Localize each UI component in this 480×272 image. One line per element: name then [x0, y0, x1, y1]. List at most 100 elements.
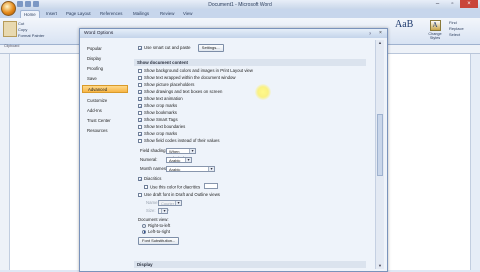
format-painter-button[interactable]: Format Painter: [18, 33, 44, 38]
diacritics-color-row[interactable]: Use this color for diacritics: [144, 183, 219, 190]
editing-group: Find Replace Select: [449, 20, 464, 38]
draft-size-select[interactable]: 10▼: [158, 208, 168, 214]
smart-cut-paste-checkbox[interactable]: ✓: [138, 45, 142, 51]
document-page[interactable]: [10, 54, 80, 270]
show-option-row[interactable]: ✓ Show crop marks: [138, 131, 177, 137]
field-shading-label: Field shading:: [140, 148, 167, 153]
scroll-down-icon[interactable]: ▼: [376, 263, 384, 269]
diacritics-checkbox[interactable]: ✓: [138, 176, 142, 182]
nav-display[interactable]: Display: [82, 55, 128, 63]
show-option-row[interactable]: ✓ Show crop marks: [138, 103, 177, 109]
show-option-checkbox[interactable]: ✓: [138, 131, 142, 137]
change-styles-button[interactable]: A Change Styles: [426, 20, 444, 40]
diacritics-color-checkbox[interactable]: [144, 185, 148, 189]
chevron-down-icon: ▼: [189, 149, 195, 153]
ltr-radio-row[interactable]: Left-to-right: [142, 229, 170, 235]
tab-insert[interactable]: Insert: [46, 11, 57, 16]
smart-cut-paste-row[interactable]: ✓ Use smart cut and paste Settings...: [138, 44, 224, 52]
paste-button[interactable]: [3, 21, 17, 37]
left-to-right-label: Left-to-right: [148, 229, 170, 234]
nav-add-ins[interactable]: Add-Ins: [82, 107, 128, 115]
show-option-checkbox[interactable]: [138, 82, 142, 87]
minimize-button[interactable]: –: [430, 0, 445, 8]
word-options-dialog: Word Options ? × Popular Display Proofin…: [79, 28, 388, 272]
close-button[interactable]: ×: [460, 0, 478, 8]
field-shading-select[interactable]: When selected▼: [166, 148, 196, 160]
show-option-row[interactable]: Show field codes instead of their values: [138, 138, 219, 144]
settings-button[interactable]: Settings...: [197, 44, 224, 52]
nav-trust-center[interactable]: Trust Center: [82, 117, 128, 125]
nav-popular[interactable]: Popular: [82, 45, 128, 53]
scroll-up-icon[interactable]: ▲: [376, 40, 384, 46]
draft-name-select[interactable]: Courier New▼: [158, 200, 182, 212]
show-option-row[interactable]: ✓ Show text animation: [138, 96, 183, 102]
show-option-checkbox[interactable]: [138, 124, 142, 129]
nav-save[interactable]: Save: [82, 75, 128, 83]
diacritics-color-swatch[interactable]: [204, 183, 219, 189]
tab-view[interactable]: View: [183, 11, 192, 16]
nav-advanced[interactable]: Advanced: [82, 85, 128, 93]
show-option-row[interactable]: Show text wrapped within the document wi…: [138, 75, 235, 81]
maximize-button[interactable]: ▫: [445, 0, 460, 8]
show-option-checkbox[interactable]: [138, 68, 142, 73]
cursor-highlight: [255, 84, 271, 100]
select-button[interactable]: Select: [449, 32, 464, 38]
show-option-label: Show field codes instead of their values: [144, 138, 220, 143]
show-option-row[interactable]: ✓ Show drawings and text boxes on screen: [138, 89, 222, 95]
show-option-checkbox[interactable]: ✓: [138, 103, 142, 109]
dialog-title-bar: Word Options ? ×: [80, 29, 387, 38]
options-scrollbar[interactable]: ▲ ▼: [375, 40, 384, 269]
diacritics-row[interactable]: ✓ Diacritics: [138, 176, 161, 182]
month-names-value: Arabic: [169, 167, 181, 172]
show-option-checkbox[interactable]: ✓: [138, 96, 142, 102]
show-option-checkbox[interactable]: ✓: [138, 117, 142, 123]
right-to-left-radio[interactable]: [142, 223, 146, 228]
show-option-checkbox[interactable]: ✓: [138, 89, 142, 95]
chevron-down-icon: ▼: [185, 158, 191, 162]
tab-references[interactable]: References: [100, 11, 122, 16]
chevron-down-icon: ▼: [175, 201, 181, 205]
change-styles-label: Change Styles: [428, 32, 442, 40]
font-substitution-button[interactable]: Font Substitution...: [138, 237, 180, 245]
show-option-label: Show crop marks: [144, 131, 178, 136]
draft-font-checkbox[interactable]: [138, 192, 142, 197]
office-button[interactable]: [1, 1, 16, 16]
show-option-row[interactable]: ✓ Show Smart Tags: [138, 117, 178, 123]
numeral-value: Arabic: [169, 158, 181, 163]
ribbon-tabs: Home Insert Page Layout References Maili…: [0, 9, 480, 19]
tab-review[interactable]: Review: [160, 11, 174, 16]
show-option-checkbox[interactable]: [138, 138, 142, 143]
window-controls: – ▫ ×: [430, 0, 478, 8]
right-to-left-label: Right-to-left: [148, 223, 171, 228]
month-names-select[interactable]: Arabic ▼: [166, 166, 215, 172]
show-option-row[interactable]: Show bookmarks: [138, 110, 177, 116]
numeral-select[interactable]: Arabic ▼: [166, 157, 192, 163]
tab-page-layout[interactable]: Page Layout: [66, 11, 91, 16]
tab-mailings[interactable]: Mailings: [133, 11, 149, 16]
nav-proofing[interactable]: Proofing: [82, 65, 128, 73]
draft-name-label: Name:: [146, 200, 159, 205]
quick-style-gallery[interactable]: AaB: [395, 19, 415, 39]
show-option-row[interactable]: Show picture placeholders: [138, 82, 194, 88]
month-names-label: Month names:: [140, 166, 168, 171]
cut-button[interactable]: Cut: [18, 21, 24, 26]
diacritics-label: Diacritics: [144, 176, 162, 181]
nav-resources[interactable]: Resources: [82, 127, 128, 135]
left-to-right-radio[interactable]: [142, 229, 146, 234]
show-option-checkbox[interactable]: [138, 75, 142, 80]
smart-cut-paste-label: Use smart cut and paste: [144, 45, 191, 50]
draft-font-label: Use draft font in Draft and Outline view…: [144, 192, 220, 197]
help-icon[interactable]: ?: [367, 31, 373, 36]
dialog-close-button[interactable]: ×: [376, 30, 385, 36]
show-option-row[interactable]: Show background colors and images in Pri…: [138, 68, 253, 74]
vertical-scrollbar[interactable]: [470, 54, 480, 270]
draft-font-row[interactable]: Use draft font in Draft and Outline view…: [138, 192, 220, 198]
nav-customize[interactable]: Customize: [82, 97, 128, 105]
scroll-thumb[interactable]: [377, 114, 383, 176]
document-page-right[interactable]: [385, 54, 480, 270]
copy-button[interactable]: Copy: [18, 27, 27, 32]
show-option-label: Show crop marks: [144, 103, 178, 108]
show-option-label: Show Smart Tags: [144, 117, 178, 122]
show-option-row[interactable]: Show text boundaries: [138, 124, 185, 130]
show-option-checkbox[interactable]: [138, 110, 142, 115]
